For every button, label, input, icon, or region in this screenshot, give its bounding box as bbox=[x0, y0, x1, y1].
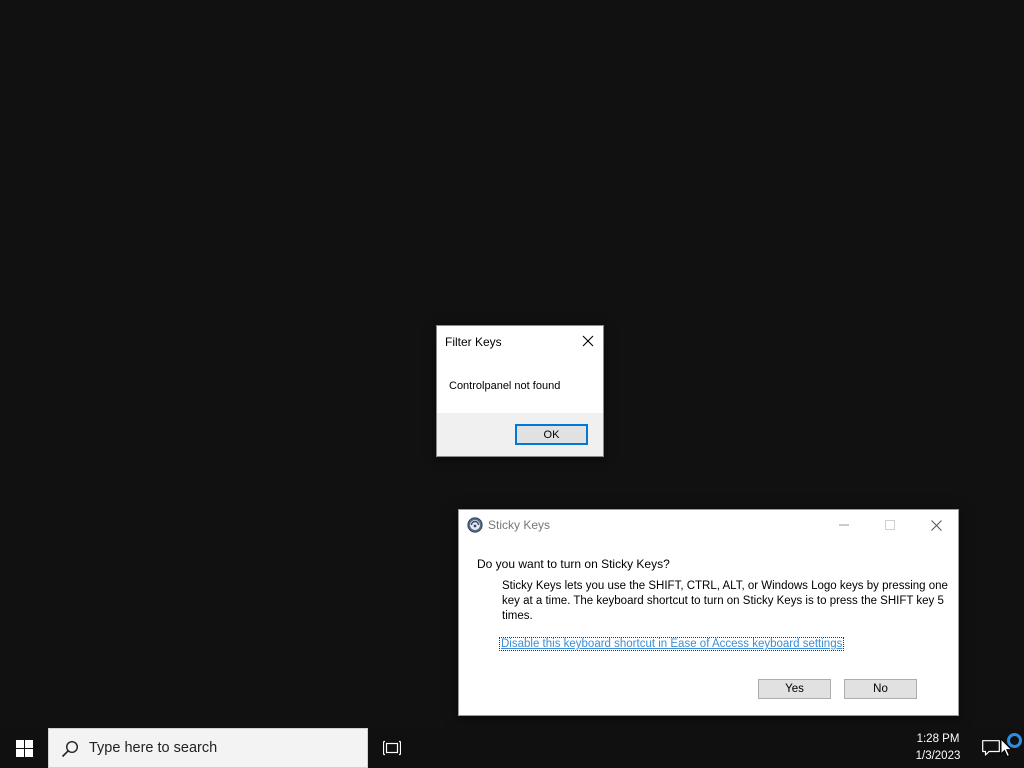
search-placeholder: Type here to search bbox=[89, 740, 218, 756]
maximize-button[interactable] bbox=[868, 510, 912, 540]
dialog-description: Sticky Keys lets you use the SHIFT, CTRL… bbox=[502, 580, 948, 622]
yes-button[interactable]: Yes bbox=[758, 679, 831, 699]
clock-time: 1:28 PM bbox=[916, 733, 960, 745]
disable-shortcut-link[interactable]: Disable this keyboard shortcut in Ease o… bbox=[498, 637, 845, 651]
close-icon bbox=[582, 335, 594, 347]
filter-keys-dialog: Filter Keys Controlpanel not found OK bbox=[436, 325, 604, 457]
dialog-footer: OK bbox=[437, 413, 603, 456]
taskbar: Type here to search 1:28 PM 1/3/2023 bbox=[0, 728, 1024, 768]
dialog-title: Sticky Keys bbox=[488, 518, 551, 532]
start-button[interactable] bbox=[0, 728, 48, 768]
close-icon bbox=[930, 519, 942, 531]
close-button[interactable] bbox=[577, 330, 599, 352]
dialog-title: Filter Keys bbox=[445, 335, 502, 349]
dialog-question: Do you want to turn on Sticky Keys? bbox=[477, 557, 670, 571]
maximize-icon bbox=[885, 520, 895, 530]
no-button[interactable]: No bbox=[844, 679, 917, 699]
windows-logo-icon bbox=[15, 739, 33, 757]
task-view-icon bbox=[383, 740, 401, 756]
notification-icon bbox=[982, 740, 1000, 756]
ease-of-access-icon bbox=[467, 517, 483, 533]
close-button[interactable] bbox=[914, 510, 958, 540]
title-bar[interactable]: Sticky Keys bbox=[459, 510, 958, 540]
search-input[interactable]: Type here to search bbox=[48, 728, 368, 768]
search-icon bbox=[61, 740, 79, 758]
minimize-icon bbox=[839, 524, 849, 526]
sticky-keys-dialog: Sticky Keys Do you want to turn on Stick… bbox=[458, 509, 959, 716]
task-view-button[interactable] bbox=[372, 728, 412, 768]
ok-button[interactable]: OK bbox=[515, 424, 588, 445]
dialog-message: Controlpanel not found bbox=[449, 380, 561, 392]
mouse-cursor-icon bbox=[1000, 738, 1013, 758]
minimize-button[interactable] bbox=[822, 510, 866, 540]
clock-date: 1/3/2023 bbox=[915, 750, 961, 762]
system-clock[interactable]: 1:28 PM 1/3/2023 bbox=[905, 731, 971, 767]
